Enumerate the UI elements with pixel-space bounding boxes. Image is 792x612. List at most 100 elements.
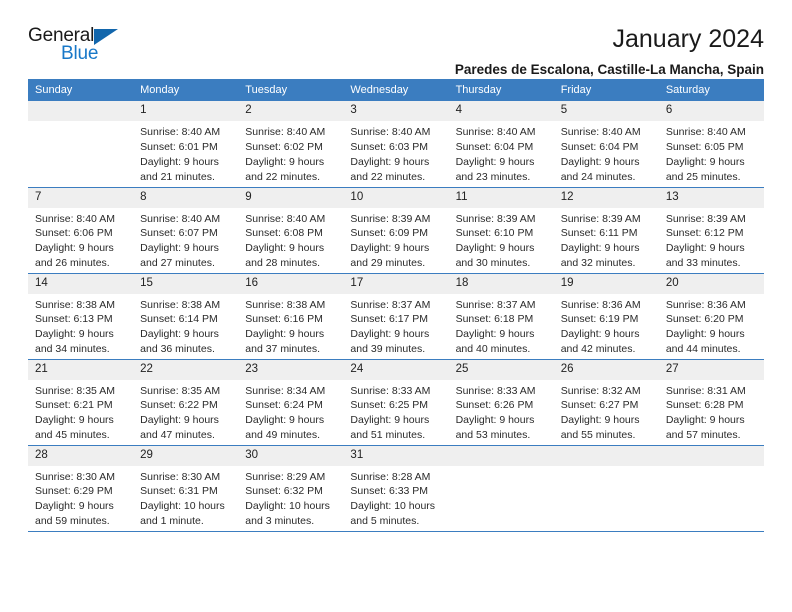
calendar-day-cell[interactable]: 31 Sunrise: 8:28 AM Sunset: 6:33 PM Dayligh… [343,445,449,532]
day-details: Sunrise: 8:35 AM Sunset: 6:22 PM Daylight:… [133,380,238,444]
calendar-day-cell[interactable]: 27 Sunrise: 8:31 AM Sunset: 6:28 PM Dayligh… [658,359,764,446]
day-details: Sunrise: 8:39 AM Sunset: 6:10 PM Daylight:… [449,208,554,272]
calendar-day-cell[interactable]: 4 Sunrise: 8:40 AM Sunset: 6:04 PM Daylight… [448,101,554,188]
day-number: 30 [238,445,344,466]
calendar-day-cell[interactable]: 25 Sunrise: 8:33 AM Sunset: 6:26 PM Dayligh… [448,359,554,446]
day-number: 1 [133,101,239,121]
sunrise-time: Sunrise: 8:39 AM [560,212,641,225]
daylight-duration-line1: Daylight: 9 hours [560,328,640,341]
weekday-header-tuesday: Tuesday [238,79,344,101]
sunset-time: Sunset: 6:11 PM [560,227,638,240]
daylight-duration-line2: and 23 minutes. [455,170,531,183]
daylight-duration-line1: Daylight: 9 hours [35,414,114,427]
daylight-duration-line1: Daylight: 9 hours [560,414,640,427]
calendar-cell-empty [28,101,134,188]
daylight-duration-line2: and 42 minutes. [560,343,636,356]
calendar-day-cell[interactable]: 17 Sunrise: 8:37 AM Sunset: 6:17 PM Dayligh… [343,273,449,360]
day-details: Sunrise: 8:36 AM Sunset: 6:20 PM Daylight:… [659,294,764,358]
sunrise-time: Sunrise: 8:30 AM [35,470,115,483]
daylight-duration-line2: and 25 minutes. [665,170,741,183]
daylight-duration-line1: Daylight: 10 hours [245,500,330,513]
day-number: 18 [448,273,554,294]
calendar-day-cell[interactable]: 21 Sunrise: 8:35 AM Sunset: 6:21 PM Dayligh… [28,359,134,446]
calendar-day-cell[interactable]: 26 Sunrise: 8:32 AM Sunset: 6:27 PM Dayligh… [553,359,659,446]
day-details: Sunrise: 8:35 AM Sunset: 6:21 PM Daylight:… [28,380,133,444]
day-details: Sunrise: 8:32 AM Sunset: 6:27 PM Daylight:… [554,380,659,444]
sunrise-time: Sunrise: 8:28 AM [350,470,431,483]
calendar-day-cell[interactable]: 12 Sunrise: 8:39 AM Sunset: 6:11 PM Dayligh… [553,187,659,274]
weekday-header-monday: Monday [133,79,239,101]
calendar-week-row: 7 Sunrise: 8:40 AM Sunset: 6:06 PM Daylight… [28,187,764,274]
sunrise-time: Sunrise: 8:37 AM [455,298,536,311]
sunset-time: Sunset: 6:16 PM [245,313,323,326]
calendar-day-cell[interactable]: 9 Sunrise: 8:40 AM Sunset: 6:08 PM Daylight… [238,187,344,274]
daylight-duration-line1: Daylight: 9 hours [455,155,535,168]
sunrise-time: Sunrise: 8:40 AM [455,126,536,138]
sunrise-time: Sunrise: 8:39 AM [665,212,746,225]
calendar-week-row: 1 Sunrise: 8:40 AM Sunset: 6:01 PM Daylight… [28,101,764,188]
day-number: 29 [133,445,239,466]
sunset-time: Sunset: 6:17 PM [350,313,429,326]
daylight-duration-line1: Daylight: 9 hours [35,500,114,513]
day-details: Sunrise: 8:38 AM Sunset: 6:16 PM Daylight:… [238,294,343,358]
calendar-day-cell[interactable]: 11 Sunrise: 8:39 AM Sunset: 6:10 PM Dayligh… [448,187,554,274]
daylight-duration-line2: and 27 minutes. [140,257,215,270]
sunrise-time: Sunrise: 8:40 AM [140,212,221,225]
day-number [448,445,554,466]
calendar-day-cell[interactable]: 24 Sunrise: 8:33 AM Sunset: 6:25 PM Dayligh… [343,359,449,446]
day-details: Sunrise: 8:29 AM Sunset: 6:32 PM Daylight:… [238,466,343,530]
day-details: Sunrise: 8:40 AM Sunset: 6:03 PM Daylight:… [343,121,448,185]
calendar-day-cell[interactable]: 1 Sunrise: 8:40 AM Sunset: 6:01 PM Daylight… [133,101,239,188]
calendar-day-cell[interactable]: 30 Sunrise: 8:29 AM Sunset: 6:32 PM Dayligh… [238,445,344,532]
calendar-day-cell[interactable]: 3 Sunrise: 8:40 AM Sunset: 6:03 PM Daylight… [343,101,449,188]
day-details: Sunrise: 8:40 AM Sunset: 6:04 PM Daylight:… [554,121,659,185]
sunrise-time: Sunrise: 8:36 AM [560,298,641,311]
calendar-day-cell[interactable]: 23 Sunrise: 8:34 AM Sunset: 6:24 PM Dayligh… [238,359,344,446]
daylight-duration-line2: and 32 minutes. [560,257,636,270]
sunrise-time: Sunrise: 8:31 AM [665,384,746,397]
daylight-duration-line2: and 55 minutes. [560,429,636,442]
daylight-duration-line2: and 34 minutes. [35,343,110,356]
day-details: Sunrise: 8:40 AM Sunset: 6:02 PM Daylight:… [238,121,343,185]
calendar-day-cell[interactable]: 18 Sunrise: 8:37 AM Sunset: 6:18 PM Dayligh… [448,273,554,360]
calendar-day-cell[interactable]: 6 Sunrise: 8:40 AM Sunset: 6:05 PM Daylight… [658,101,764,188]
calendar-day-cell[interactable]: 22 Sunrise: 8:35 AM Sunset: 6:22 PM Dayligh… [133,359,239,446]
calendar-day-cell[interactable]: 29 Sunrise: 8:30 AM Sunset: 6:31 PM Dayligh… [133,445,239,532]
day-number: 3 [343,101,449,121]
day-number: 14 [28,273,134,294]
sunset-time: Sunset: 6:28 PM [665,399,744,412]
daylight-duration-line2: and 44 minutes. [665,343,741,356]
day-number: 22 [133,359,239,380]
daylight-duration-line2: and 39 minutes. [350,343,426,356]
sunrise-time: Sunrise: 8:35 AM [140,384,221,397]
day-details: Sunrise: 8:30 AM Sunset: 6:31 PM Daylight:… [133,466,238,530]
calendar-day-cell[interactable]: 20 Sunrise: 8:36 AM Sunset: 6:20 PM Dayligh… [658,273,764,360]
calendar-day-cell[interactable]: 16 Sunrise: 8:38 AM Sunset: 6:16 PM Dayligh… [238,273,344,360]
calendar-day-cell[interactable]: 8 Sunrise: 8:40 AM Sunset: 6:07 PM Daylight… [133,187,239,274]
sunset-time: Sunset: 6:26 PM [455,399,534,412]
calendar-day-cell[interactable]: 5 Sunrise: 8:40 AM Sunset: 6:04 PM Daylight… [553,101,659,188]
day-number: 17 [343,273,449,294]
calendar-cell-empty [448,445,554,532]
calendar-day-cell[interactable]: 13 Sunrise: 8:39 AM Sunset: 6:12 PM Dayligh… [658,187,764,274]
sunrise-time: Sunrise: 8:29 AM [245,470,326,483]
calendar-day-cell[interactable]: 10 Sunrise: 8:39 AM Sunset: 6:09 PM Dayligh… [343,187,449,274]
calendar-day-cell[interactable]: 28 Sunrise: 8:30 AM Sunset: 6:29 PM Dayligh… [28,445,134,532]
sunset-time: Sunset: 6:18 PM [455,313,534,326]
day-details: Sunrise: 8:38 AM Sunset: 6:14 PM Daylight:… [133,294,238,358]
daylight-duration-line1: Daylight: 9 hours [665,414,745,427]
calendar-header-row: Sunday Monday Tuesday Wednesday Thursday… [28,79,764,101]
day-number: 8 [133,187,239,208]
sunset-time: Sunset: 6:33 PM [350,485,429,498]
day-number [553,445,659,466]
daylight-duration-line1: Daylight: 9 hours [350,155,430,168]
calendar-day-cell[interactable]: 15 Sunrise: 8:38 AM Sunset: 6:14 PM Dayligh… [133,273,239,360]
calendar-day-cell[interactable]: 2 Sunrise: 8:40 AM Sunset: 6:02 PM Daylight… [238,101,344,188]
daylight-duration-line1: Daylight: 9 hours [35,328,114,341]
daylight-duration-line1: Daylight: 9 hours [245,155,325,168]
sunset-time: Sunset: 6:07 PM [140,227,218,240]
calendar-day-cell[interactable]: 14 Sunrise: 8:38 AM Sunset: 6:13 PM Dayligh… [28,273,134,360]
calendar-day-cell[interactable]: 7 Sunrise: 8:40 AM Sunset: 6:06 PM Daylight… [28,187,134,274]
calendar-day-cell[interactable]: 19 Sunrise: 8:36 AM Sunset: 6:19 PM Dayligh… [553,273,659,360]
daylight-duration-line1: Daylight: 9 hours [665,328,745,341]
